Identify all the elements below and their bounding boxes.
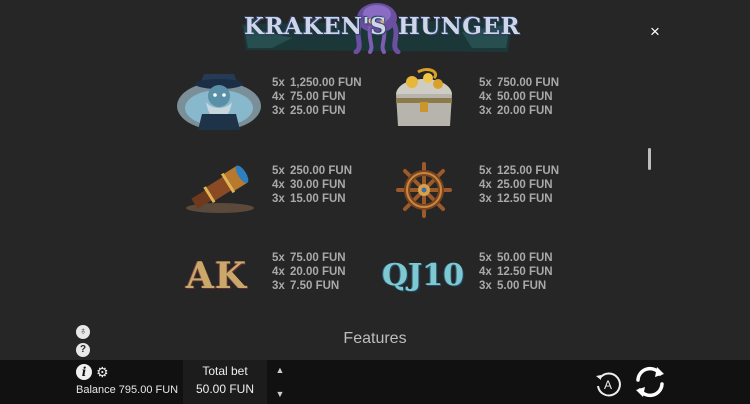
pay-row: 5x 1,250.00 FUN	[272, 77, 362, 89]
ships-wheel-symbol	[396, 162, 452, 218]
letters-a-k-pays: 5x 75.00 FUN 4x 20.00 FUN 3x 7.50 FUN	[272, 251, 346, 293]
pay-row: 5x 250.00 FUN	[272, 165, 353, 177]
pay-row: 5x 75.00 FUN	[272, 252, 346, 264]
spin-button[interactable]	[630, 362, 670, 402]
pay-row: 3x 12.50 FUN	[479, 193, 553, 205]
spyglass-pays: 5x 250.00 FUN 4x 30.00 FUN 3x 15.00 FUN	[272, 164, 352, 206]
pay-row: 4x 25.00 FUN	[479, 179, 553, 191]
pay-row: 3x 25.00 FUN	[272, 105, 346, 117]
letters-q-j-10-symbol: QJ10	[382, 258, 465, 293]
pay-row: 4x 20.00 FUN	[272, 266, 346, 278]
total-bet-label: Total bet	[202, 364, 248, 378]
fairness-icon[interactable]: ♁	[76, 325, 90, 339]
help-icon[interactable]: ?	[76, 343, 90, 357]
logo-title-left: KRAKEN'S	[244, 13, 388, 40]
pay-row: 3x 5.00 FUN	[479, 280, 547, 292]
pay-row: 4x 12.50 FUN	[479, 266, 553, 278]
letters-q-j-10-pays: 5x 50.00 FUN 4x 12.50 FUN 3x 5.00 FUN	[479, 251, 553, 293]
game-logo: KRAKEN'S HUNGER	[232, 2, 522, 55]
autoplay-button[interactable]: A	[594, 370, 622, 398]
total-bet-value: 50.00 FUN	[195, 382, 255, 396]
bet-increase-icon[interactable]: ▲	[274, 365, 286, 375]
pay-row: 5x 50.00 FUN	[479, 252, 553, 264]
autoplay-label: A	[604, 378, 612, 392]
spin-icon	[636, 366, 664, 398]
treasure-chest-pays: 5x 750.00 FUN 4x 50.00 FUN 3x 20.00 FUN	[479, 76, 559, 118]
pay-row: 3x 15.00 FUN	[272, 193, 346, 205]
pay-row: 4x 30.00 FUN	[272, 179, 346, 191]
pirate-captain-symbol	[174, 66, 264, 136]
letters-a-k-symbol: AK	[186, 255, 248, 297]
spyglass-symbol	[182, 158, 258, 216]
pay-row: 5x 125.00 FUN	[479, 165, 560, 177]
scrollbar-thumb[interactable]	[648, 148, 651, 170]
info-icon[interactable]: i	[76, 364, 92, 380]
autoplay-icon: A	[596, 372, 621, 397]
pay-row: 3x 7.50 FUN	[272, 280, 340, 292]
pay-row: 4x 75.00 FUN	[272, 91, 346, 103]
pay-row: 4x 50.00 FUN	[479, 91, 553, 103]
close-icon[interactable]: ×	[645, 22, 665, 42]
treasure-chest-symbol	[388, 68, 460, 130]
pay-row: 3x 20.00 FUN	[479, 105, 553, 117]
gear-icon[interactable]: ⚙	[96, 364, 109, 380]
pay-row: 5x 750.00 FUN	[479, 77, 560, 89]
ships-wheel-pays: 5x 125.00 FUN 4x 25.00 FUN 3x 12.50 FUN	[479, 164, 559, 206]
balance-text: Balance 795.00 FUN	[76, 384, 179, 396]
features-heading: Features	[343, 330, 407, 347]
bet-decrease-icon[interactable]: ▼	[274, 389, 286, 399]
logo-title-right: HUNGER	[398, 13, 521, 40]
pirate-captain-pays: 5x 1,250.00 FUN 4x 75.00 FUN 3x 25.00 FUN	[272, 76, 362, 118]
